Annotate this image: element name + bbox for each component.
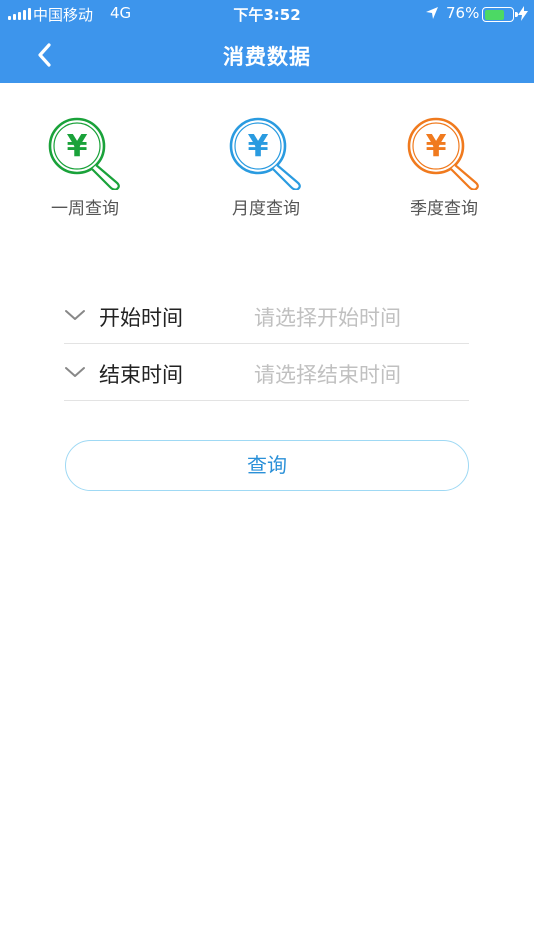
- start-time-label: 开始时间: [99, 306, 183, 330]
- navigation-bar: 消费数据: [0, 28, 534, 83]
- battery-level: [484, 9, 505, 20]
- battery-icon: [482, 7, 518, 22]
- status-bar: 中国移动 4G 下午3:52 76%: [0, 0, 534, 28]
- end-time-placeholder[interactable]: 请选择结束时间: [254, 359, 401, 389]
- yuan-magnifier-icon: ¥: [48, 117, 120, 190]
- start-time-picker[interactable]: 开始时间 请选择开始时间: [64, 287, 469, 344]
- charging-bolt-icon: [518, 6, 528, 21]
- monthly-query-label: 月度查询: [232, 199, 300, 219]
- location-arrow-icon: [426, 7, 438, 19]
- monthly-query-button[interactable]: ¥ 月度查询: [211, 112, 321, 219]
- header-bar: 中国移动 4G 下午3:52 76% 消费数据: [0, 0, 534, 83]
- chevron-down-icon: [65, 367, 85, 377]
- svg-text:¥: ¥: [67, 129, 88, 164]
- svg-text:¥: ¥: [248, 129, 269, 164]
- quarterly-query-button[interactable]: ¥ 季度查询: [389, 112, 499, 219]
- end-time-picker[interactable]: 结束时间 请选择结束时间: [64, 344, 469, 401]
- quarterly-query-label: 季度查询: [410, 199, 478, 219]
- weekly-query-button[interactable]: ¥ 一周查询: [30, 112, 140, 219]
- chevron-down-icon: [65, 310, 85, 320]
- battery-percent: 76%: [446, 4, 480, 22]
- yuan-magnifier-icon: ¥: [229, 117, 301, 190]
- end-time-label: 结束时间: [99, 363, 183, 387]
- query-button[interactable]: 查询: [65, 440, 469, 491]
- page-title: 消费数据: [223, 45, 311, 69]
- start-time-placeholder[interactable]: 请选择开始时间: [254, 302, 401, 332]
- yuan-magnifier-icon: ¥: [407, 117, 479, 190]
- weekly-query-label: 一周查询: [51, 199, 119, 219]
- svg-text:¥: ¥: [426, 129, 447, 164]
